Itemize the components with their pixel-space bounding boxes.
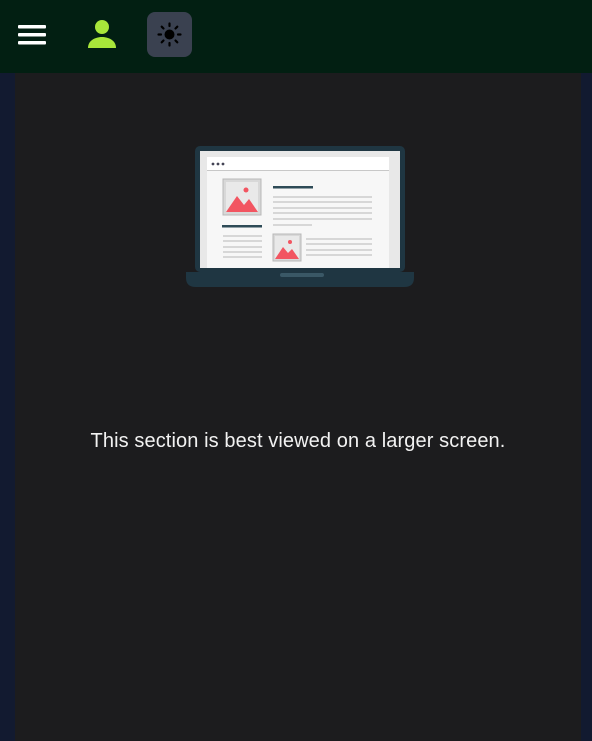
sun-icon <box>157 22 182 47</box>
user-profile-button[interactable] <box>86 18 118 52</box>
menu-button[interactable] <box>16 21 48 49</box>
laptop-illustration <box>186 146 414 293</box>
user-icon <box>88 20 116 48</box>
top-bar <box>0 0 592 73</box>
main-content: This section is best viewed on a larger … <box>15 73 581 741</box>
hamburger-menu-icon <box>18 25 46 45</box>
larger-screen-message: This section is best viewed on a larger … <box>90 430 506 452</box>
theme-toggle-button[interactable] <box>147 12 192 57</box>
